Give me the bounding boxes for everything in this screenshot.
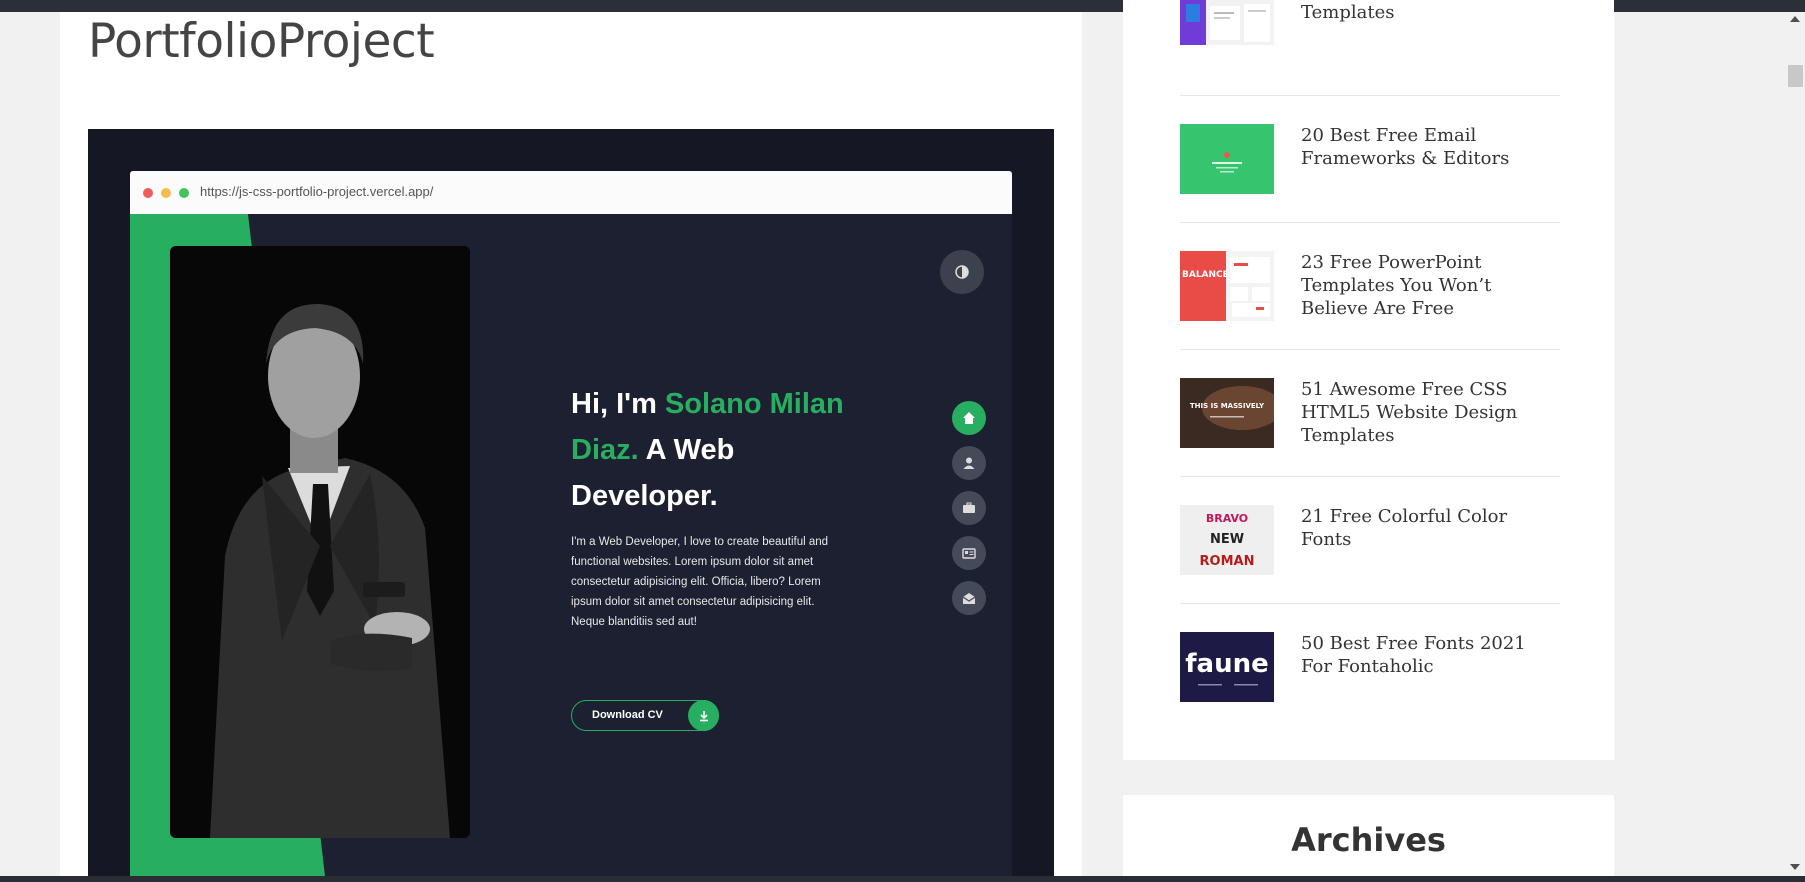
css-html5-templates-thumbnail: THIS IS MASSIVELY: [1180, 378, 1274, 448]
free-fonts-thumbnail: faune: [1180, 632, 1274, 702]
sidebar-item-title: 50 Best Free Fonts 2021 For Fontaholic: [1301, 633, 1526, 677]
nav-portfolio-button[interactable]: [952, 491, 986, 525]
nav-home-button[interactable]: [952, 401, 986, 435]
powerpoint-templates-thumbnail: BALANCE: [1180, 251, 1274, 321]
user-icon: [963, 457, 975, 469]
massively-thumb-text: THIS IS MASSIVELY: [1190, 402, 1265, 410]
post-featured-image: https://js-css-portfolio-project.vercel.…: [88, 129, 1054, 876]
theme-toggle-button[interactable]: [940, 250, 984, 294]
nav-contact-button[interactable]: [952, 581, 986, 615]
powerpoint-thumb-text: BALANCE: [1182, 270, 1229, 280]
browser-window: https://js-css-portfolio-project.vercel.…: [130, 171, 1012, 876]
faune-thumb-text: faune: [1185, 649, 1269, 679]
sidebar-item-title: 20 Best Free Email Frameworks & Editors: [1301, 125, 1510, 169]
divider: [1180, 476, 1560, 477]
mail-icon: [962, 593, 976, 604]
sidebar-item-title: 51 Awesome Free CSS HTML5 Website Design…: [1301, 379, 1518, 446]
page-scrollbar[interactable]: [1786, 12, 1805, 876]
briefcase-icon: [963, 502, 975, 513]
scrollbar-thumb[interactable]: [1788, 65, 1803, 87]
divider: [1180, 603, 1560, 604]
sidebar-item-color-fonts[interactable]: BRAVO NEW ROMAN 21 Free Colorful Color F…: [1180, 505, 1560, 632]
sidebar-item-powerpoint[interactable]: BALANCE 23 Free PowerPoint Templates You…: [1180, 251, 1560, 378]
sidebar-item-css-html5[interactable]: THIS IS MASSIVELY 51 Awesome Free CSS HT…: [1180, 378, 1560, 505]
url-text: https://js-css-portfolio-project.vercel.…: [200, 184, 434, 199]
hero-paragraph: I'm a Web Developer, I love to create be…: [571, 536, 829, 628]
new-thumb-text: NEW: [1210, 532, 1244, 547]
sidebar-item-title: 21 Free Colorful Color Fonts: [1301, 506, 1508, 550]
sidebar-item-email-frameworks[interactable]: 20 Best Free Email Frameworks & Editors: [1180, 124, 1560, 251]
archives-widget: Archives: [1123, 795, 1614, 876]
sidebar-item-cv-resume[interactable]: 30+ Free CV Resume Templates: [1180, 0, 1560, 105]
profile-photo: [170, 246, 470, 838]
scroll-up-arrow-icon[interactable]: [1790, 16, 1800, 22]
download-icon: [688, 700, 719, 731]
sidebar-item-free-fonts[interactable]: faune 50 Best Free Fonts 2021 For Fontah…: [1180, 632, 1560, 759]
nav-about-button[interactable]: [952, 446, 986, 480]
sidebar-item-title: 23 Free PowerPoint Templates You Won’t B…: [1301, 252, 1492, 319]
home-icon: [963, 412, 975, 424]
minimize-dot-icon: [161, 188, 171, 198]
divider: [1180, 222, 1560, 223]
browser-address-bar: https://js-css-portfolio-project.vercel.…: [130, 171, 1012, 214]
window-bottom-bar: [0, 876, 1805, 882]
download-cv-label: Download CV: [592, 709, 663, 721]
nav-resume-button[interactable]: [952, 536, 986, 570]
roman-thumb-text: ROMAN: [1200, 554, 1255, 569]
archives-heading: Archives: [1291, 821, 1446, 859]
maximize-dot-icon: [179, 188, 189, 198]
hero-intro: Hi, I'm: [571, 388, 665, 420]
color-fonts-thumbnail: BRAVO NEW ROMAN: [1180, 505, 1274, 575]
download-cv-button[interactable]: Download CV: [571, 700, 719, 731]
divider: [1180, 95, 1560, 96]
id-card-icon: [962, 548, 976, 559]
divider: [1180, 349, 1560, 350]
email-frameworks-thumbnail: [1180, 124, 1274, 194]
close-dot-icon: [143, 188, 153, 198]
post-title: PortfolioProject: [88, 14, 435, 69]
bravo-thumb-text: BRAVO: [1206, 512, 1248, 525]
resume-templates-thumbnail: [1180, 0, 1274, 45]
scroll-down-arrow-icon[interactable]: [1790, 864, 1800, 870]
contrast-icon: [955, 265, 969, 279]
sidebar-item-title: 30+ Free CV Resume Templates: [1301, 2, 1395, 23]
hero-heading: Hi, I'm Solano Milan Diaz. A Web Develop…: [571, 381, 871, 519]
